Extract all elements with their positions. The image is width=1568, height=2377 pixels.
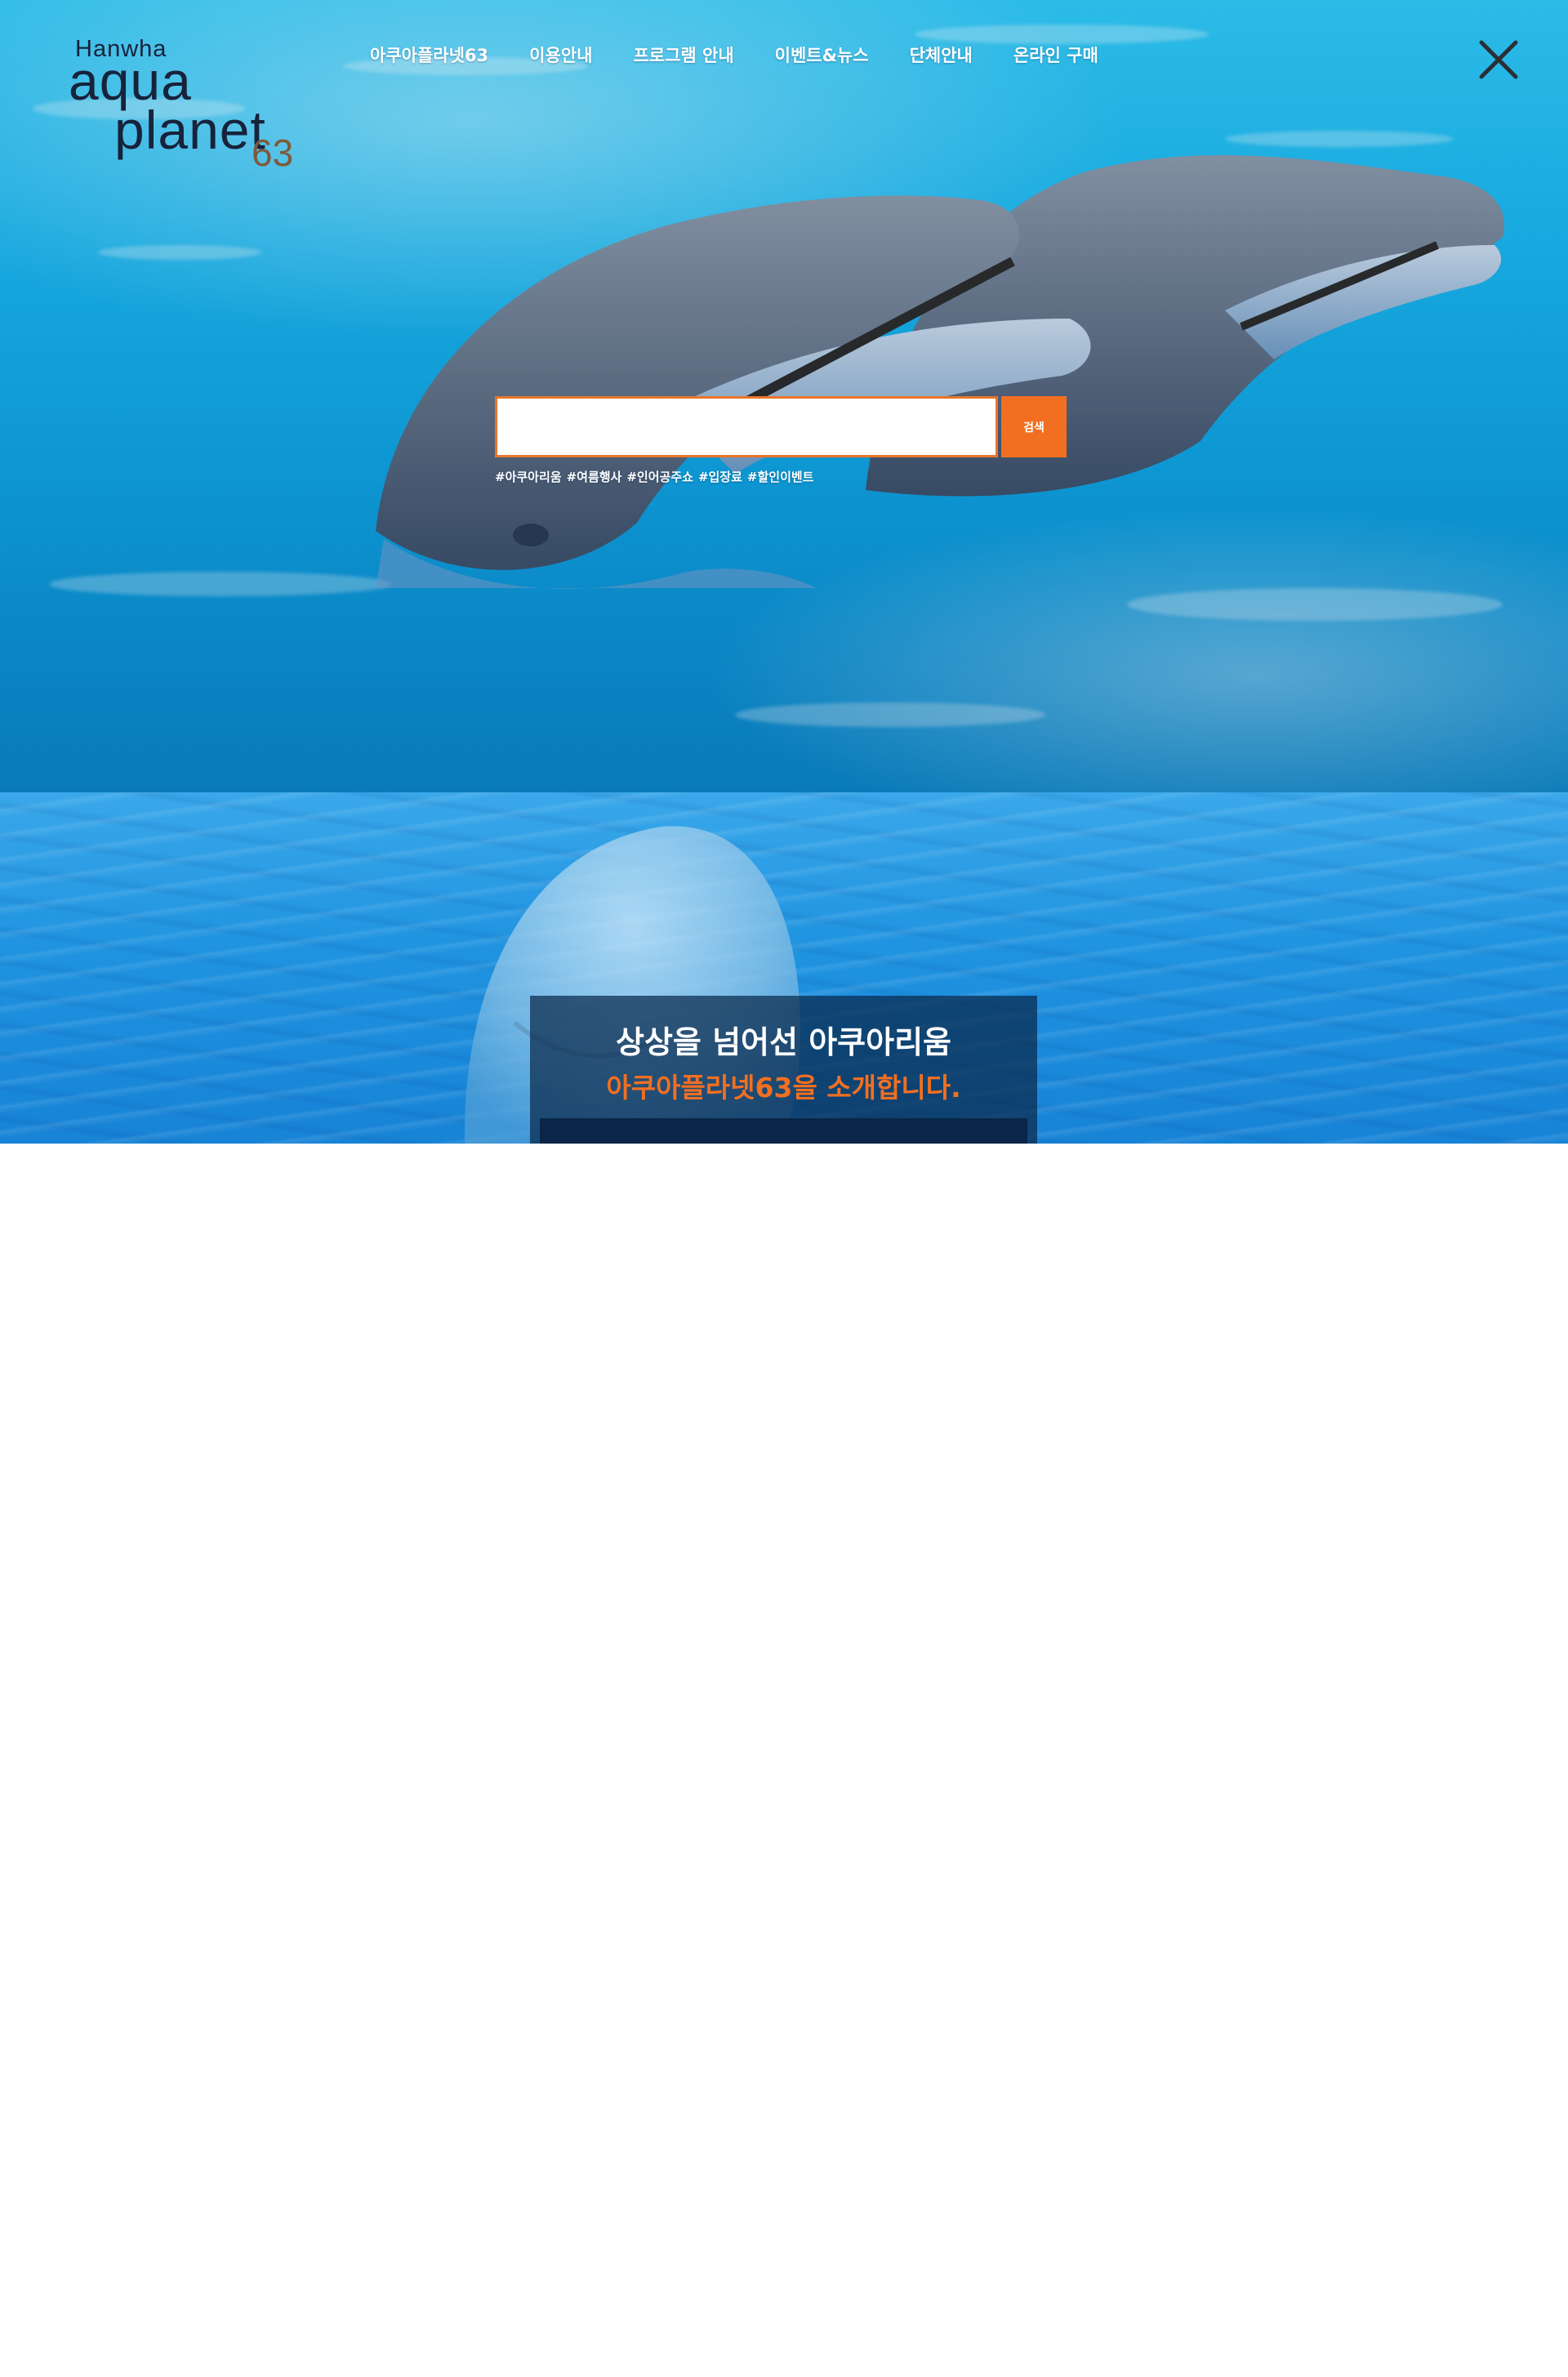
close-icon <box>1479 40 1518 79</box>
intro-banner: 상상을 넘어선 아쿠아리움 아쿠아플라넷63을 소개합니다. <box>530 996 1037 1144</box>
search-tag[interactable]: #할인이벤트 <box>747 468 814 485</box>
search-tag[interactable]: #여름행사 <box>567 468 622 485</box>
close-button[interactable] <box>1475 36 1522 83</box>
search-input[interactable] <box>495 396 998 457</box>
main-navigation: 아쿠아플라넷63 이용안내 프로그램 안내 이벤트&뉴스 단체안내 온라인 구매 <box>370 42 1139 67</box>
search-tag[interactable]: #아쿠아리움 <box>495 468 562 485</box>
popular-search-tags: #아쿠아리움 #여름행사 #인어공주쇼 #입장료 #할인이벤트 <box>495 468 813 485</box>
search-tag[interactable]: #입장료 <box>698 468 742 485</box>
hero-search-overlay: Hanwha aqua planet 63 아쿠아플라넷63 이용안내 프로그램… <box>0 0 1568 792</box>
search-button[interactable]: 검색 <box>1001 396 1067 457</box>
intro-subtitle: 아쿠아플라넷63을 소개합니다. <box>606 1072 961 1104</box>
nav-item-group-info[interactable]: 단체안내 <box>910 42 973 67</box>
intro-section: 상상을 넘어선 아쿠아리움 아쿠아플라넷63을 소개합니다. <box>0 792 1568 1144</box>
intro-banner-inner <box>540 1118 1027 1144</box>
intro-title: 상상을 넘어선 아쿠아리움 <box>615 1024 952 1060</box>
nav-item-online-purchase[interactable]: 온라인 구매 <box>1013 42 1098 67</box>
logo-line-planet: planet <box>114 100 266 160</box>
nav-item-programs[interactable]: 프로그램 안내 <box>633 42 733 67</box>
aqua-planet-logo[interactable]: Hanwha aqua planet 63 <box>69 36 297 172</box>
nav-item-events-news[interactable]: 이벤트&뉴스 <box>775 42 869 67</box>
logo-number: 63 <box>252 132 294 174</box>
nav-item-visitor-info[interactable]: 이용안내 <box>529 42 592 67</box>
search-tag[interactable]: #인어공주쇼 <box>626 468 693 485</box>
search-form: 검색 <box>495 396 1067 457</box>
nav-item-aquaplanet63[interactable]: 아쿠아플라넷63 <box>370 42 488 67</box>
